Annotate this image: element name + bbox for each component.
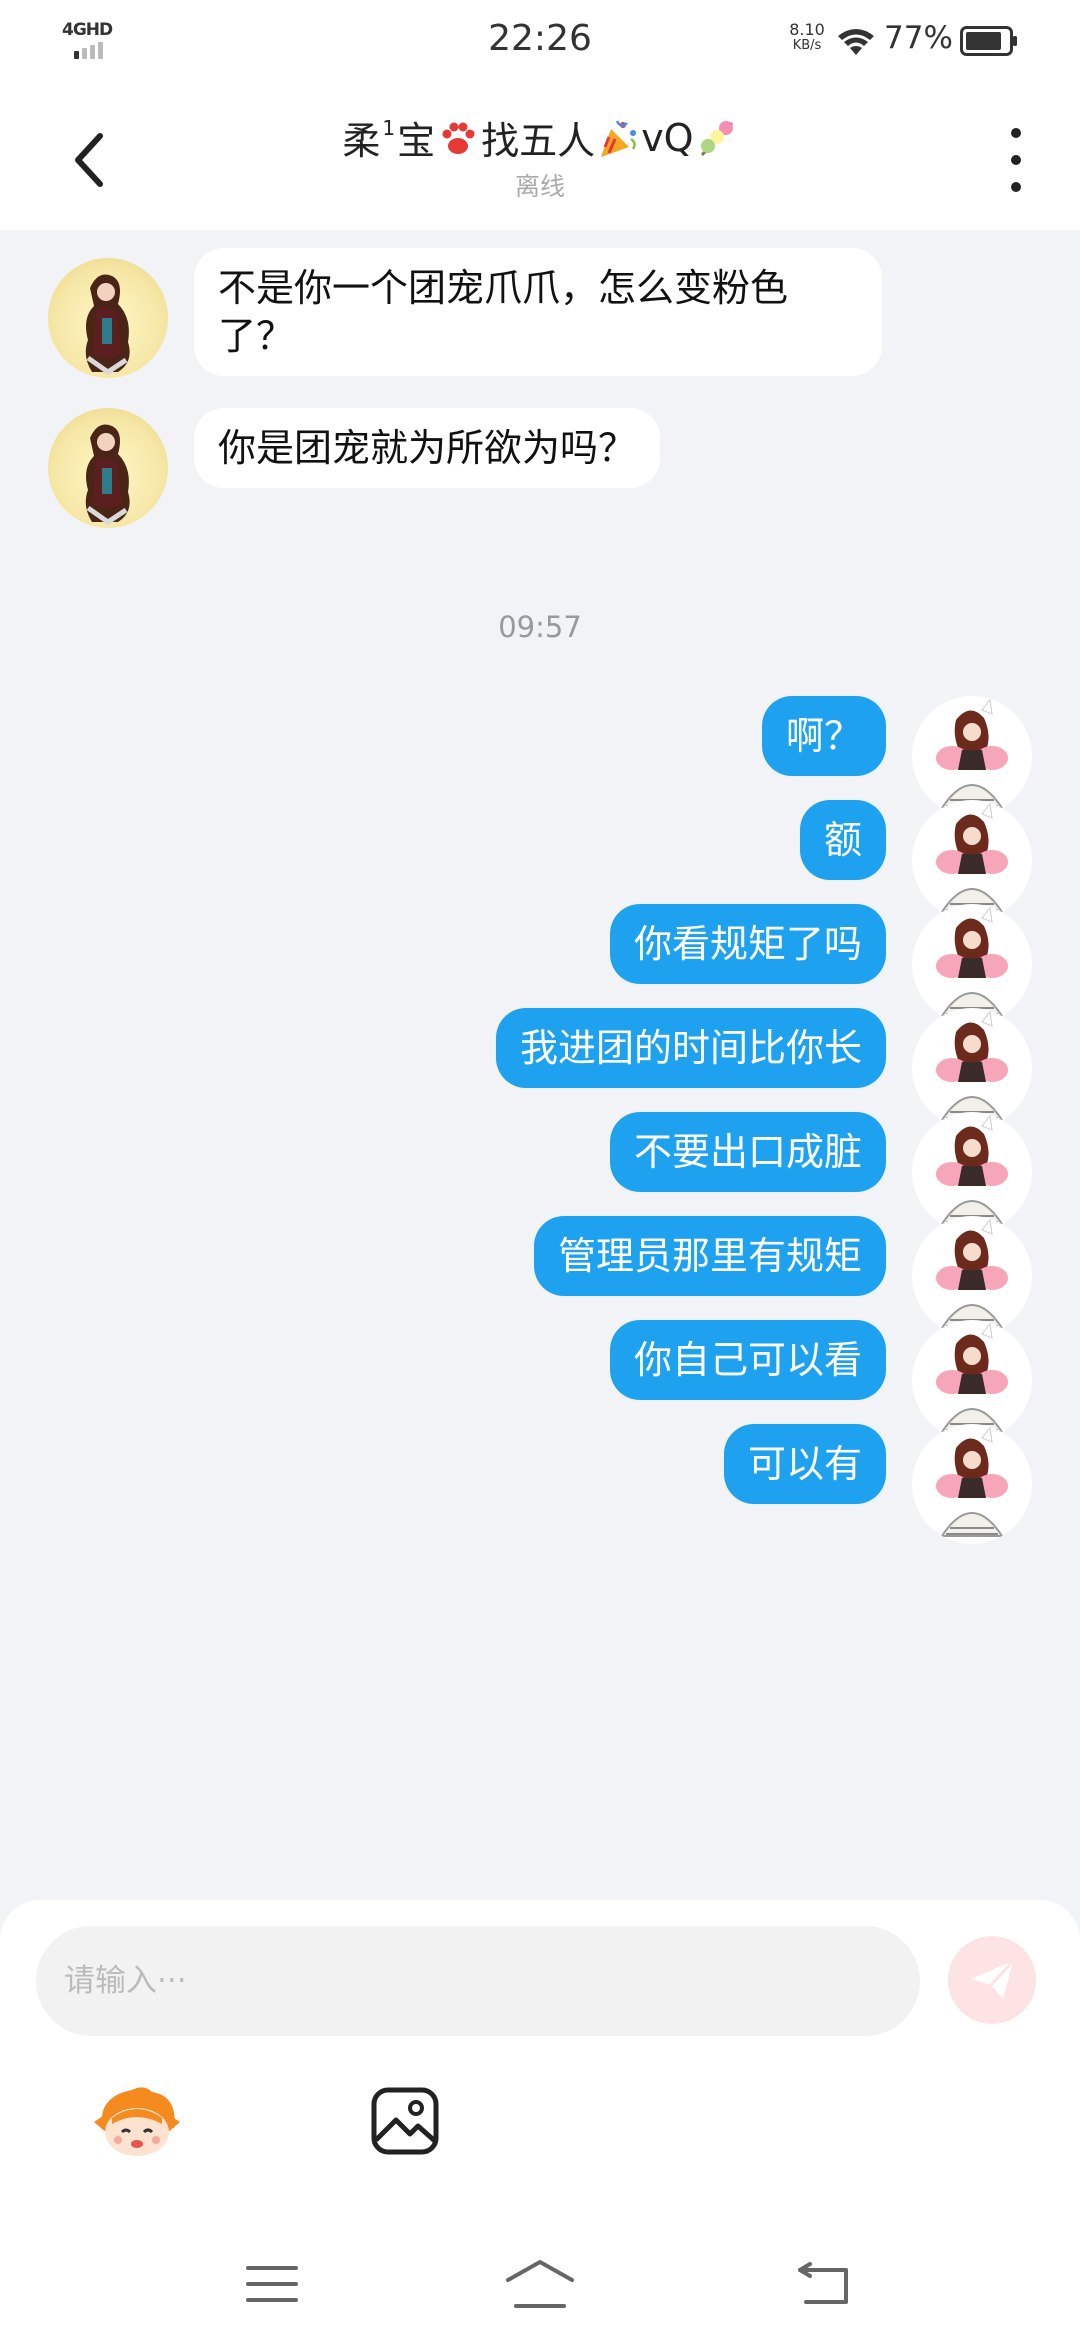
message-bubble-outgoing[interactable]: 你自己可以看 — [609, 1320, 886, 1400]
title-superscript: 1 — [382, 115, 396, 140]
message-row-outgoing: 我进团的时间比你长 — [0, 1008, 1080, 1128]
message-bubble-outgoing[interactable]: 额 — [799, 800, 886, 880]
paw-icon — [442, 122, 475, 154]
my-avatar[interactable] — [912, 1320, 1032, 1440]
message-timestamp: 09:57 — [498, 610, 582, 644]
battery-icon — [960, 26, 1017, 56]
message-row-outgoing: 你看规矩了吗 — [0, 904, 1080, 1024]
my-avatar[interactable] — [912, 1008, 1032, 1128]
send-button[interactable] — [948, 1936, 1036, 2024]
network-speed-value: 8.10 — [789, 20, 825, 39]
contact-avatar[interactable] — [48, 408, 168, 528]
status-bar: 4GHD 22:26 8.10 KB/s 77% — [0, 0, 1080, 84]
title-text-2: 宝 — [397, 119, 436, 163]
message-row-outgoing: 不要出口成脏 — [0, 1112, 1080, 1232]
my-avatar[interactable] — [912, 696, 1032, 816]
chat-status: 离线 — [514, 172, 565, 201]
emoji-mascot-icon[interactable] — [92, 2082, 182, 2162]
message-bubble-outgoing[interactable]: 可以有 — [723, 1424, 886, 1504]
message-row-incoming: 不是你一个团宠爪爪，怎么变粉色了？ — [0, 248, 1080, 378]
back-arrow-icon[interactable] — [62, 120, 118, 200]
system-navigation-bar — [0, 2230, 1080, 2340]
my-avatar[interactable] — [912, 800, 1032, 920]
message-bubble-incoming[interactable]: 不是你一个团宠爪爪，怎么变粉色了？ — [194, 248, 882, 376]
message-row-incoming: 你是团宠就为所欲为吗？ — [0, 408, 1080, 538]
network-speed-unit: KB/s — [792, 38, 822, 53]
back-icon[interactable] — [796, 2260, 852, 2308]
message-bubble-outgoing[interactable]: 你看规矩了吗 — [609, 904, 886, 984]
network-speed: 8.10 KB/s — [782, 22, 832, 54]
image-picker-icon[interactable] — [370, 2086, 440, 2156]
my-avatar[interactable] — [912, 1216, 1032, 1336]
message-bubble-outgoing[interactable]: 我进团的时间比你长 — [495, 1008, 886, 1088]
chat-title-block[interactable]: 柔 1 宝 找五人 vQ 离线 — [180, 110, 900, 203]
message-row-outgoing: 额 — [0, 800, 1080, 920]
wifi-icon — [838, 29, 874, 55]
message-bubble-outgoing[interactable]: 啊？ — [761, 696, 886, 776]
menu-icon[interactable] — [244, 2260, 300, 2308]
more-options-icon[interactable] — [996, 128, 1036, 192]
chat-header: 柔 1 宝 找五人 vQ 离线 — [0, 84, 1080, 230]
title-text-4: vQ — [641, 115, 694, 160]
my-avatar[interactable] — [912, 904, 1032, 1024]
home-icon[interactable] — [504, 2258, 576, 2310]
message-input[interactable] — [36, 1926, 920, 2036]
my-avatar[interactable] — [912, 1424, 1032, 1544]
message-row-outgoing: 你自己可以看 — [0, 1320, 1080, 1440]
contact-avatar[interactable] — [48, 258, 168, 378]
send-icon — [971, 1959, 1015, 1999]
message-row-outgoing: 管理员那里有规矩 — [0, 1216, 1080, 1336]
message-bubble-outgoing[interactable]: 管理员那里有规矩 — [533, 1216, 886, 1296]
party-popper-icon — [601, 119, 637, 157]
my-avatar[interactable] — [912, 1112, 1032, 1232]
message-row-outgoing: 啊？ — [0, 696, 1080, 816]
message-row-outgoing: 可以有 — [0, 1424, 1080, 1544]
message-bubble-outgoing[interactable]: 不要出口成脏 — [609, 1112, 886, 1192]
message-bubble-incoming[interactable]: 你是团宠就为所欲为吗？ — [194, 408, 661, 488]
title-text-1: 柔 — [342, 119, 381, 163]
dango-icon — [700, 120, 733, 156]
message-list[interactable]: 不是你一个团宠爪爪，怎么变粉色了？ 你是团宠就为所欲为吗？ 09:57 啊？ 额… — [0, 230, 1080, 1910]
title-text-3: 找五人 — [481, 119, 596, 163]
chat-title: 柔 1 宝 找五人 vQ — [342, 110, 737, 165]
battery-percentage: 77% — [884, 20, 953, 56]
